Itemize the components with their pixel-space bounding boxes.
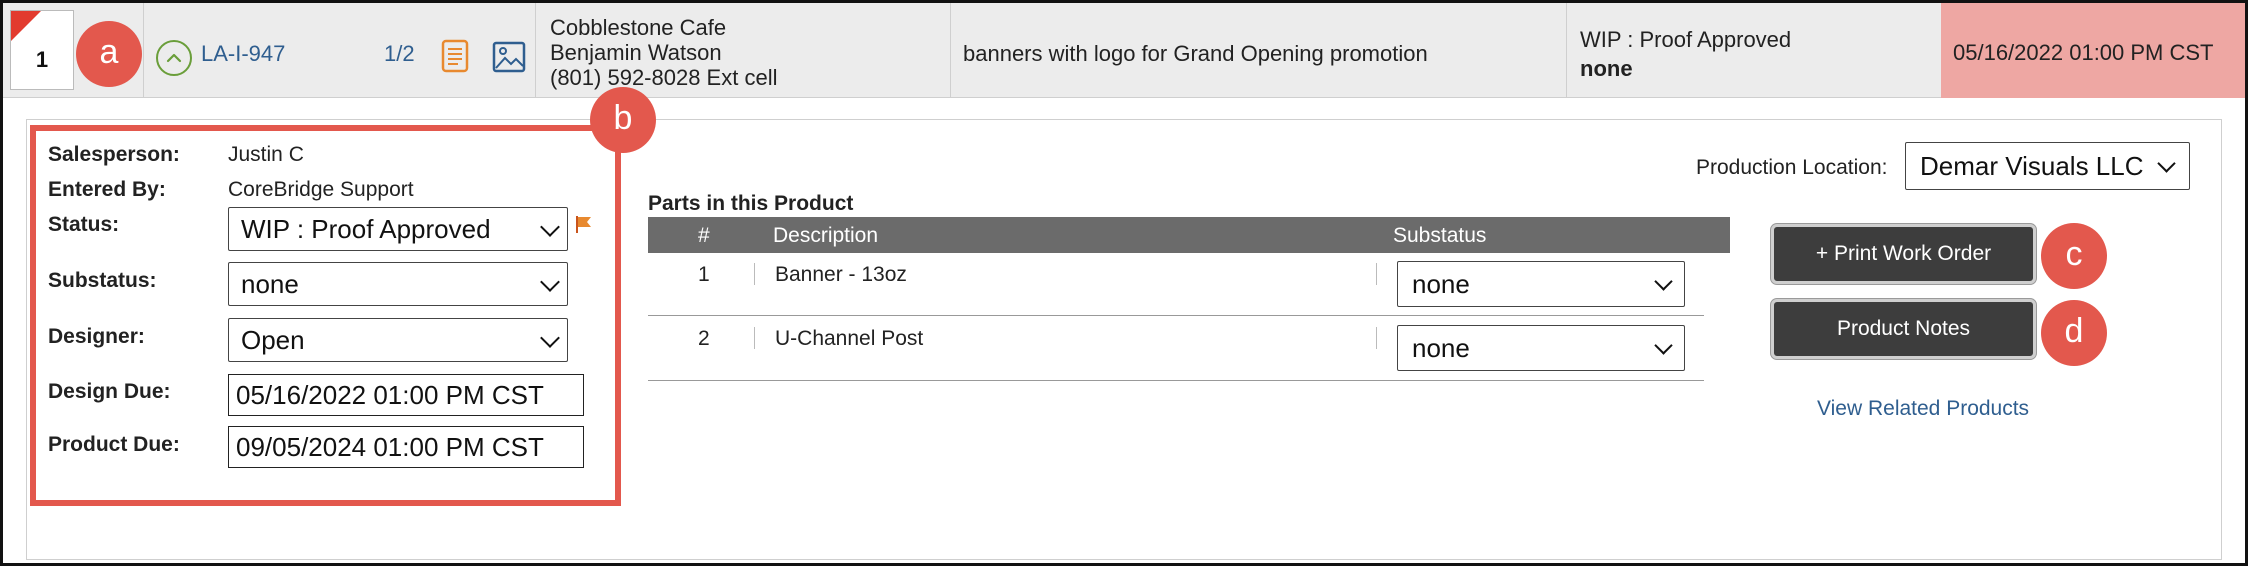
entered-by-label: Entered By: [48, 178, 166, 201]
part-substatus-select[interactable]: none [1397, 325, 1685, 371]
col-substatus: Substatus [1393, 224, 1487, 247]
col-description: Description [773, 224, 879, 247]
flag-icon[interactable] [574, 214, 594, 234]
divider [535, 3, 536, 98]
divider [754, 327, 755, 349]
header-status-text: WIP : Proof Approved [1580, 27, 1792, 52]
divider [1376, 263, 1377, 285]
row-num: 1 [698, 263, 710, 286]
divider [143, 3, 144, 98]
divider [754, 263, 755, 285]
chevron-down-icon [2157, 154, 2176, 173]
header-substatus-text: none [1580, 56, 1633, 81]
entered-by-value: CoreBridge Support [228, 178, 414, 201]
print-work-order-button[interactable]: + Print Work Order [1771, 224, 2036, 284]
customer-phone: (801) 592-8028 Ext cell [550, 65, 778, 90]
chevron-down-icon [540, 328, 560, 348]
order-id-link[interactable]: LA-I-947 [201, 41, 285, 67]
salesperson-value: Justin C [228, 143, 304, 166]
callout-d: d [2041, 300, 2107, 366]
designer-label: Designer: [48, 325, 145, 348]
part-substatus-select[interactable]: none [1397, 261, 1685, 307]
chevron-down-icon [540, 217, 560, 237]
designer-select-value: Open [241, 325, 305, 355]
designer-select[interactable]: Open [228, 318, 568, 362]
status-label: Status: [48, 213, 120, 236]
customer-contact: Benjamin Watson [550, 40, 722, 65]
design-due-label: Design Due: [48, 380, 171, 403]
production-location-value: Demar Visuals LLC [1920, 151, 2144, 181]
customer-company: Cobblestone Cafe [550, 15, 727, 40]
chevron-down-icon [540, 272, 560, 292]
product-due-label: Product Due: [48, 433, 180, 456]
divider [950, 3, 951, 98]
customer-info: Cobblestone Cafe Benjamin Watson (801) 5… [550, 15, 777, 90]
design-due-input[interactable]: 05/16/2022 01:00 PM CST [228, 374, 584, 416]
callout-b: b [590, 87, 656, 153]
callout-c: c [2041, 223, 2107, 289]
part-substatus-value: none [1412, 333, 1470, 363]
product-header-row: 1 LA-I-947 1/2 Cobblestone Cafe Benjamin… [3, 3, 2245, 98]
divider [1566, 3, 1567, 98]
production-location-label: Production Location: [1696, 156, 1888, 179]
salesperson-label: Salesperson: [48, 143, 180, 166]
row-number-box: 1 [10, 10, 74, 90]
product-due-input[interactable]: 09/05/2024 01:00 PM CST [228, 426, 584, 468]
parts-title: Parts in this Product [648, 192, 854, 215]
document-icon[interactable] [441, 39, 469, 73]
substatus-select[interactable]: none [228, 262, 568, 306]
substatus-label: Substatus: [48, 269, 157, 292]
row-num: 2 [698, 327, 710, 350]
flag-corner-icon [11, 11, 41, 41]
part-count-link[interactable]: 1/2 [384, 41, 415, 67]
table-row: 2 U-Channel Post none [648, 317, 1704, 381]
due-date: 05/16/2022 01:00 PM CST [1953, 40, 2214, 65]
callout-a: a [76, 21, 142, 87]
row-number: 1 [35, 47, 49, 72]
table-row: 1 Banner - 13oz none [648, 253, 1704, 316]
divider [1376, 327, 1377, 349]
product-description: banners with logo for Grand Opening prom… [963, 41, 1428, 66]
header-status: WIP : Proof Approved none [1580, 25, 1791, 83]
due-date-cell: 05/16/2022 01:00 PM CST [1941, 3, 2245, 98]
row-description: U-Channel Post [775, 327, 924, 350]
part-substatus-value: none [1412, 269, 1470, 299]
status-select-value: WIP : Proof Approved [241, 214, 491, 244]
row-description: Banner - 13oz [775, 263, 907, 286]
substatus-select-value: none [241, 269, 299, 299]
status-select[interactable]: WIP : Proof Approved [228, 207, 568, 251]
chevron-down-icon [1654, 272, 1673, 291]
view-related-products-link[interactable]: View Related Products [1817, 397, 2029, 421]
production-location-select[interactable]: Demar Visuals LLC [1905, 142, 2190, 190]
chevron-up-circle-icon[interactable] [156, 40, 192, 76]
image-icon[interactable] [492, 41, 526, 73]
product-notes-button[interactable]: Product Notes [1771, 299, 2036, 359]
col-number: # [698, 224, 710, 247]
parts-table-header: # Description Substatus [648, 217, 1730, 253]
chevron-down-icon [1654, 336, 1673, 355]
